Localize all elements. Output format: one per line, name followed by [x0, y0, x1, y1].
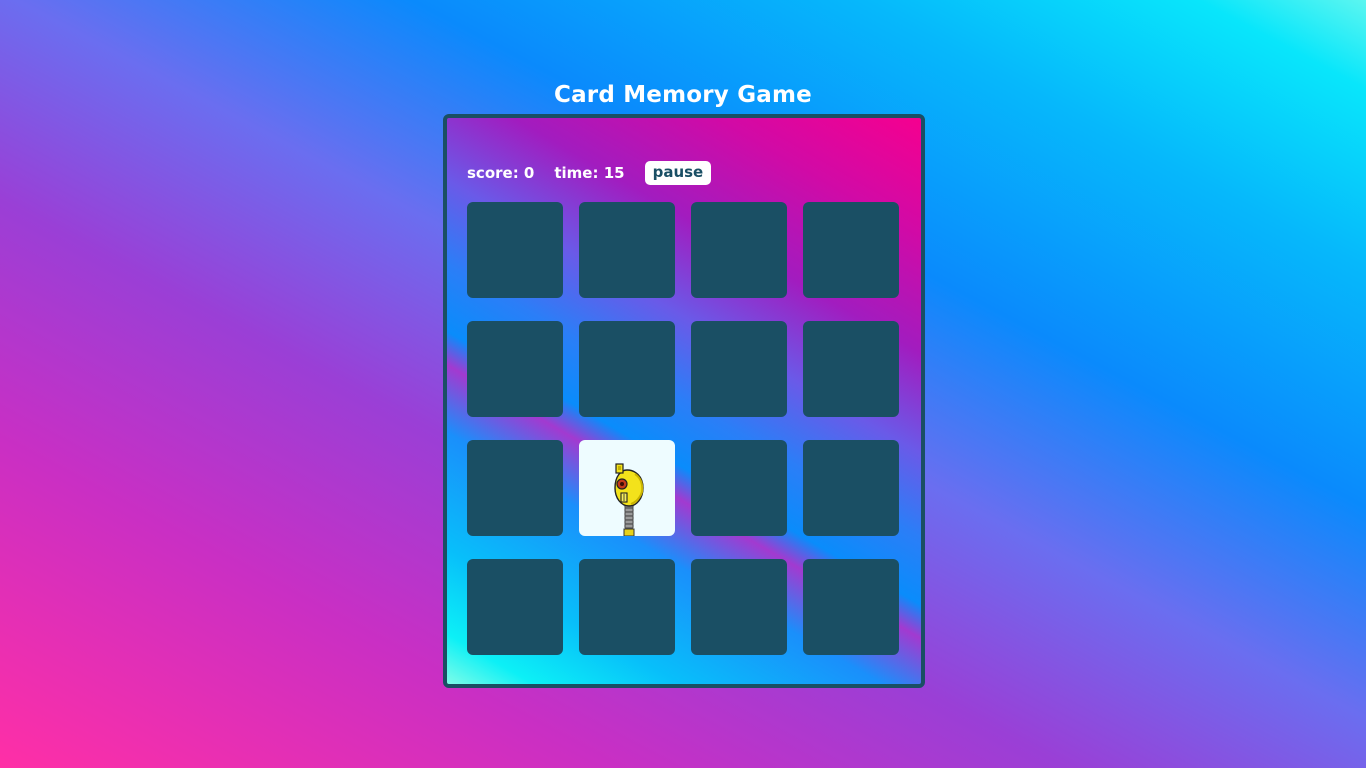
- card-10[interactable]: [579, 440, 675, 536]
- card-4[interactable]: [803, 202, 899, 298]
- card-7[interactable]: [691, 321, 787, 417]
- score-display: score: 0: [467, 164, 535, 182]
- pause-button[interactable]: pause: [644, 161, 712, 185]
- game-board: score: 0 time: 15 pause: [443, 114, 925, 688]
- card-6[interactable]: [579, 321, 675, 417]
- card-1[interactable]: [467, 202, 563, 298]
- card-15[interactable]: [691, 559, 787, 655]
- card-14[interactable]: [579, 559, 675, 655]
- card-9[interactable]: [467, 440, 563, 536]
- card-12[interactable]: [803, 440, 899, 536]
- yellow-robot-icon: [614, 463, 644, 536]
- card-3[interactable]: [691, 202, 787, 298]
- timer-display: time: 15: [554, 164, 625, 182]
- card-13[interactable]: [467, 559, 563, 655]
- hud-bar: score: 0 time: 15 pause: [467, 161, 712, 185]
- card-2[interactable]: [579, 202, 675, 298]
- card-16[interactable]: [803, 559, 899, 655]
- game-title: Card Memory Game: [554, 82, 812, 108]
- card-grid: [467, 202, 899, 655]
- card-5[interactable]: [467, 321, 563, 417]
- card-8[interactable]: [803, 321, 899, 417]
- card-11[interactable]: [691, 440, 787, 536]
